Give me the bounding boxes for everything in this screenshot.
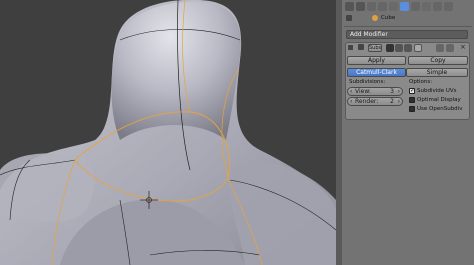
use-opensubdiv-checkbox[interactable] (409, 106, 415, 112)
subdivisions-label: Subdivisions: (349, 79, 386, 85)
subdivide-uvs-label: Subdivide UVs (417, 88, 457, 94)
world-icon[interactable] (367, 2, 376, 11)
breadcrumb: Cube (346, 15, 466, 23)
collapse-arrow-icon[interactable] (348, 45, 353, 50)
add-modifier-dropdown[interactable]: Add Modifier (346, 30, 468, 39)
properties-panel: Cube Add Modifier Subs × Apply Copy Catm… (342, 0, 474, 265)
pin-icon[interactable] (346, 15, 352, 21)
catmull-clark-button[interactable]: Catmull-Clark (347, 68, 406, 77)
modifier-name-field[interactable]: Subs (368, 44, 382, 52)
object-icon[interactable] (378, 2, 387, 11)
constraint-icon[interactable] (389, 2, 398, 11)
properties-tab-bar (345, 2, 471, 12)
options-label: Options: (409, 79, 433, 85)
scene-icon[interactable] (356, 2, 365, 11)
editmode-toggle-icon[interactable] (404, 44, 412, 52)
viewport-toggle-icon[interactable] (395, 44, 403, 52)
view-levels-field[interactable]: ‹ View: 3 › (347, 87, 403, 96)
checkmark-icon: ✓ (410, 87, 416, 94)
use-opensubdiv-label: Use OpenSubdiv (417, 106, 463, 112)
optimal-display-checkbox[interactable] (409, 97, 415, 103)
move-down-icon[interactable] (446, 44, 454, 52)
move-up-icon[interactable] (436, 44, 444, 52)
close-icon[interactable]: × (460, 43, 466, 51)
3d-viewport[interactable] (0, 0, 336, 265)
physics-icon[interactable] (444, 2, 453, 11)
modifier-icon[interactable] (400, 2, 409, 11)
simple-button[interactable]: Simple (406, 68, 468, 77)
render-icon[interactable] (345, 2, 354, 11)
cube-object-icon (372, 15, 378, 21)
particles-icon[interactable] (433, 2, 442, 11)
modifier-box: Subs × Apply Copy Catmull-Clark Simple S… (345, 42, 470, 120)
apply-button[interactable]: Apply (347, 56, 406, 65)
decrement-arrow-icon[interactable]: ‹ (350, 98, 352, 106)
render-toggle-icon[interactable] (386, 44, 394, 52)
data-icon[interactable] (411, 2, 420, 11)
material-icon[interactable] (422, 2, 431, 11)
decrement-arrow-icon[interactable]: ‹ (350, 88, 352, 96)
object-name: Cube (381, 15, 396, 21)
add-modifier-label: Add Modifier (350, 31, 388, 38)
mesh-render (0, 0, 336, 265)
cage-toggle-icon[interactable] (414, 44, 422, 52)
subdivide-uvs-checkbox[interactable]: ✓ (409, 87, 416, 94)
increment-arrow-icon[interactable]: › (398, 88, 400, 96)
optimal-display-label: Optimal Display (417, 97, 461, 103)
render-levels-field[interactable]: ‹ Render: 2 › (347, 97, 403, 106)
separator (344, 26, 472, 27)
increment-arrow-icon[interactable]: › (398, 98, 400, 106)
copy-button[interactable]: Copy (408, 56, 468, 65)
subsurf-wrench-icon (358, 44, 364, 50)
